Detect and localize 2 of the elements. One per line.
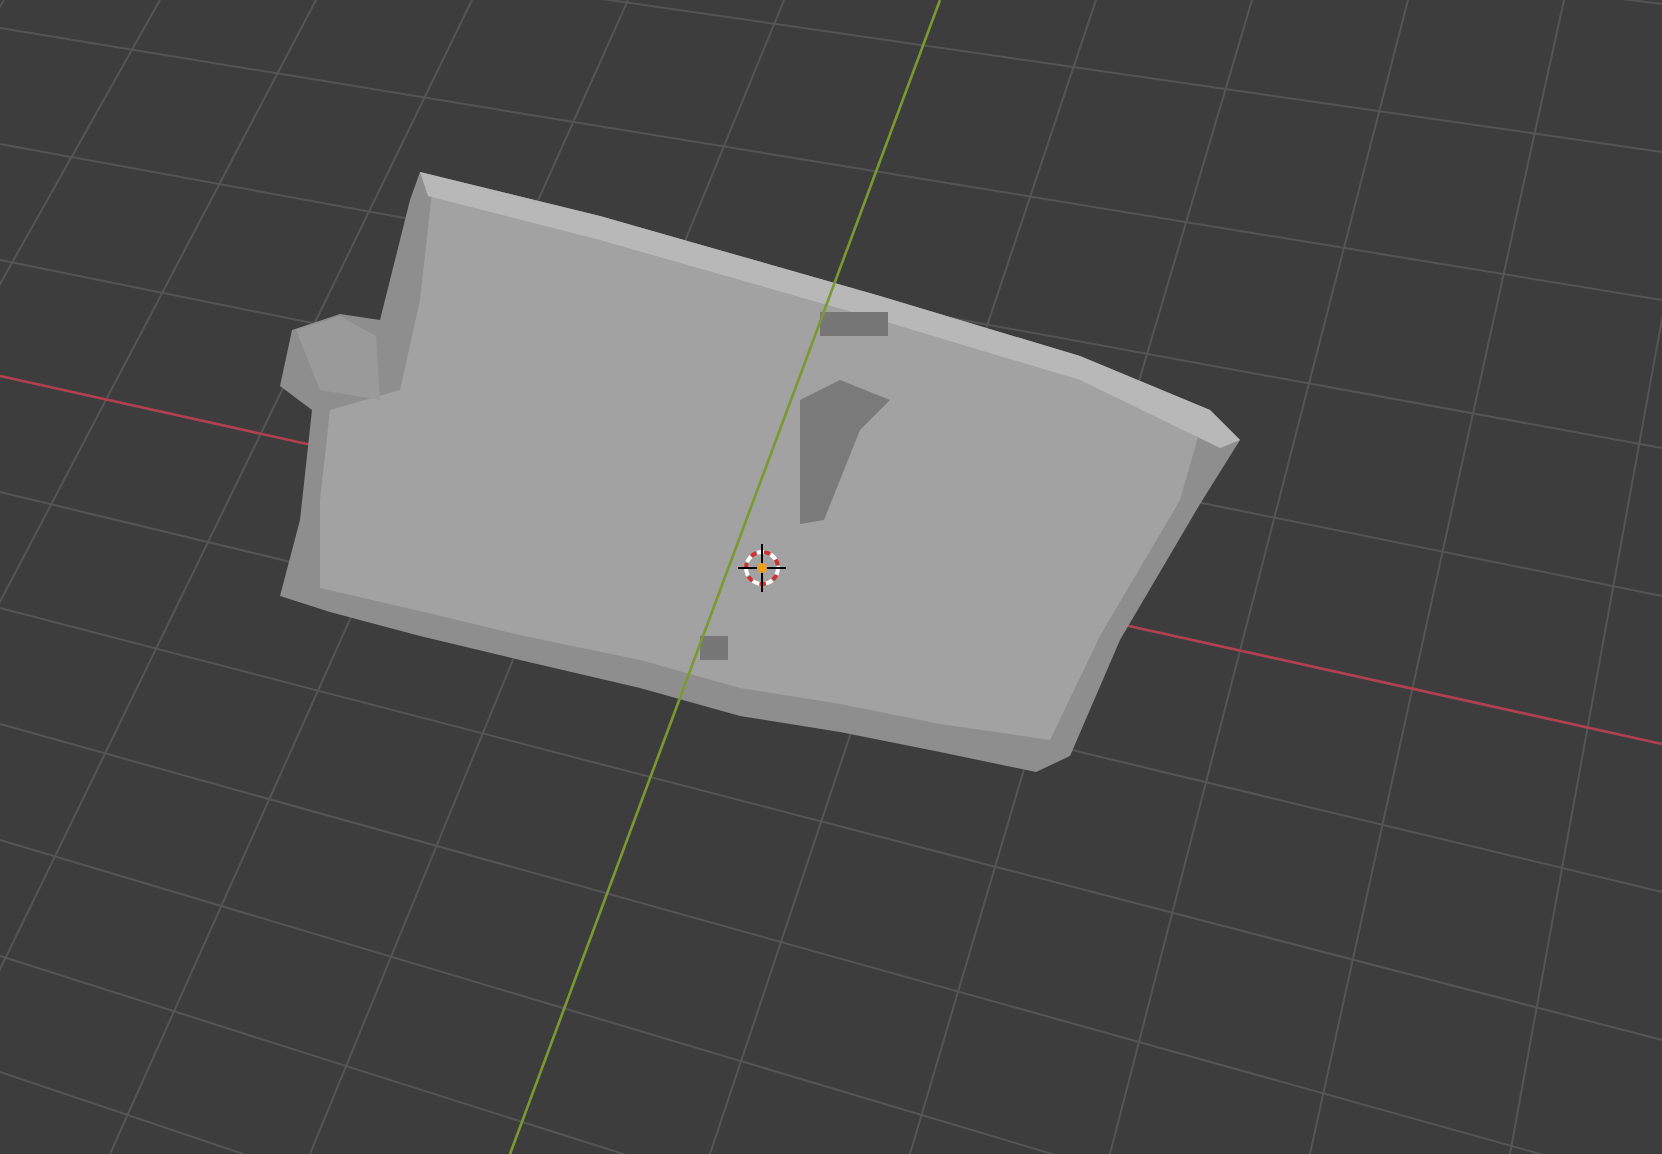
3d-cursor-icon[interactable] [737, 543, 787, 593]
mesh-model-drawing[interactable] [280, 172, 1240, 772]
